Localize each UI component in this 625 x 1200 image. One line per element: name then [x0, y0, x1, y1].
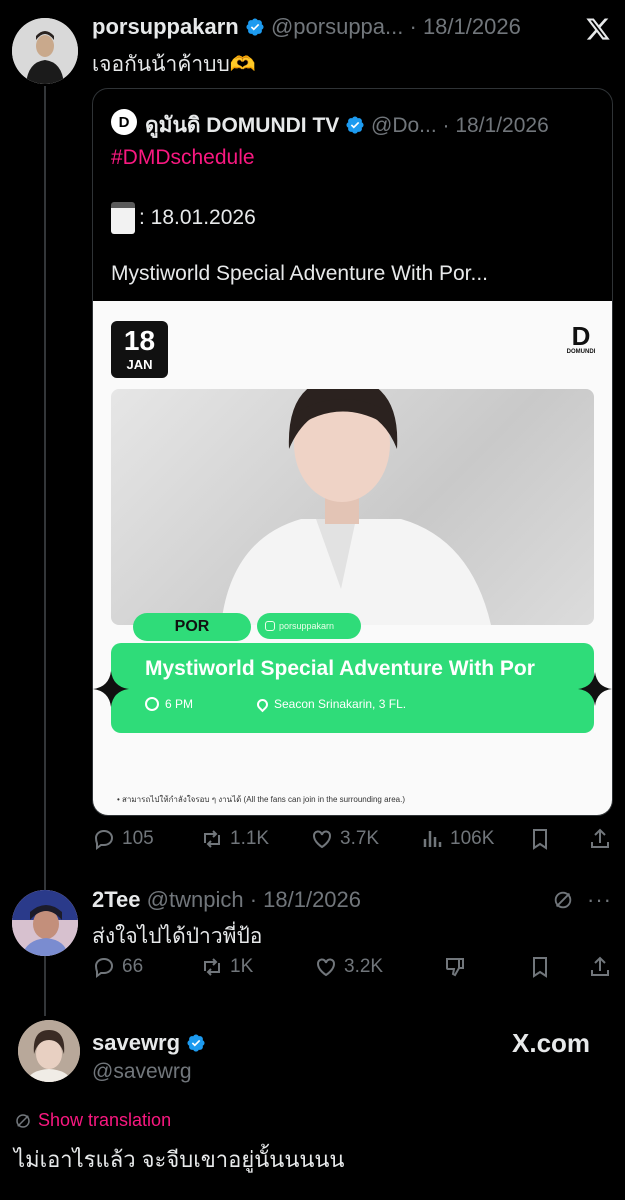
domundi-logo-icon: D: [571, 321, 591, 351]
poster-footnote: • สามารถไปให้กำลังใจรอบ ๆ งานได้ (All th…: [117, 795, 405, 804]
handle[interactable]: @Do...: [371, 114, 437, 137]
quote-title-line: Mystiworld Special Adventure With Por...: [111, 262, 488, 285]
handle[interactable]: @savewrg: [92, 1060, 192, 1084]
avatar-2tee[interactable]: [12, 890, 78, 956]
grok-icon[interactable]: [552, 889, 574, 911]
domundi-brand: D DOMUNDI: [563, 323, 599, 355]
thread-line: [44, 86, 46, 1016]
bookmark-button[interactable]: [528, 827, 552, 851]
sparkle-right-icon: [578, 672, 612, 706]
date-badge-day: 18: [123, 325, 156, 356]
views-icon: [423, 831, 442, 847]
repost-button[interactable]: 1.1K: [200, 827, 269, 851]
verified-badge-icon: [246, 18, 264, 36]
show-translation-label: Show translation: [38, 1110, 172, 1130]
quoted-tweet[interactable]: D ดูมันดิ DOMUNDI TV @Do... · 18/1/2026 …: [92, 88, 613, 816]
like-count: 3.7K: [340, 828, 380, 849]
share-icon: [591, 828, 609, 848]
tweet2-header: 2Tee @twnpich · 18/1/2026: [92, 887, 361, 913]
event-venue-text: Seacon Srinakarin, 3 FL.: [274, 697, 407, 711]
heart-icon: [313, 830, 331, 849]
verified-badge-icon: [187, 1034, 205, 1052]
verified-badge-icon: [346, 116, 364, 134]
event-banner: Mystiworld Special Adventure With Por 6 …: [111, 643, 594, 733]
tweet3-header: savewrg: [92, 1030, 206, 1056]
avatar-porsuppakarn[interactable]: [12, 18, 78, 84]
grok-translate-icon: [16, 1113, 30, 1128]
brand-label: DOMUNDI: [566, 349, 596, 355]
location-pin-icon: [254, 696, 271, 712]
date-line: : 18.01.2026: [111, 202, 256, 234]
tweet2-text: ส่งใจไปได้ป่าวพี่ป้อ: [92, 925, 263, 948]
like-button[interactable]: 3.7K: [310, 827, 379, 851]
event-time-text: 6 PM: [165, 697, 194, 711]
timestamp[interactable]: · 18/1/2026: [443, 114, 549, 137]
avatar-savewrg[interactable]: [18, 1020, 80, 1082]
reply-icon: [94, 957, 114, 978]
x-logo-icon[interactable]: [585, 16, 611, 42]
timestamp[interactable]: · 18/1/2026: [410, 14, 521, 39]
name-tag-label: POR: [174, 618, 210, 635]
domundi-logo-icon: D: [118, 113, 130, 131]
display-name[interactable]: porsuppakarn: [92, 14, 239, 39]
repost-count: 1.1K: [230, 828, 270, 849]
date-badge-month: JAN: [126, 357, 153, 372]
schedule-date: : 18.01.2026: [139, 206, 256, 229]
bookmark-button[interactable]: [528, 955, 552, 979]
like-button[interactable]: 3.2K: [314, 955, 383, 979]
display-name[interactable]: 2Tee: [92, 887, 141, 912]
hashtag-link[interactable]: #DMDschedule: [111, 146, 255, 170]
display-name[interactable]: savewrg: [92, 1030, 180, 1055]
heart-icon: [317, 958, 335, 977]
sparkle-left-icon: [93, 671, 129, 707]
event-time: 6 PM: [145, 697, 193, 711]
bookmark-icon: [533, 829, 547, 850]
views-button[interactable]: 106K: [420, 827, 494, 851]
tweet1-text: เจอกันน้าค้าบบ🫶: [92, 53, 256, 76]
event-venue: Seacon Srinakarin, 3 FL.: [254, 696, 407, 712]
calendar-icon: [111, 202, 135, 234]
event-title: Mystiworld Special Adventure With Por: [145, 657, 535, 680]
name-tag: POR: [133, 613, 251, 641]
handle[interactable]: @twnpich: [147, 887, 244, 912]
ig-tag: porsuppakarn: [257, 613, 361, 639]
xcom-watermark: X.com: [512, 1028, 591, 1058]
repost-count: 1K: [230, 956, 254, 977]
reply-button[interactable]: 105: [92, 827, 154, 851]
instagram-icon: [265, 621, 275, 631]
repost-icon: [204, 958, 220, 976]
tweet3-text: ไม่เอาไรแล้ว จะจีบเขาอยู่นั้นนนนน: [14, 1147, 345, 1172]
repost-icon: [204, 830, 220, 848]
bookmark-icon: [533, 957, 547, 978]
share-icon: [591, 956, 609, 976]
avatar-domundi[interactable]: D: [111, 109, 137, 135]
like-count: 3.2K: [344, 956, 384, 977]
display-name[interactable]: ดูมันดิ DOMUNDI TV: [145, 114, 339, 137]
reply-button[interactable]: 66: [92, 955, 143, 979]
show-translation-button[interactable]: Show translation: [14, 1110, 171, 1131]
ig-handle: porsuppakarn: [279, 621, 335, 631]
timestamp[interactable]: · 18/1/2026: [250, 887, 361, 912]
tweet1-header: porsuppakarn @porsuppa... · 18/1/2026: [92, 14, 521, 40]
clock-icon: [145, 697, 159, 711]
reply-count: 66: [122, 956, 144, 977]
quote-header: ดูมันดิ DOMUNDI TV @Do... · 18/1/2026: [145, 109, 549, 142]
handle[interactable]: @porsuppa...: [271, 14, 403, 39]
poster-photo: [111, 389, 594, 625]
share-button[interactable]: [588, 955, 612, 979]
reply-count: 105: [122, 828, 154, 849]
views-count: 106K: [450, 828, 495, 849]
share-button[interactable]: [588, 827, 612, 851]
date-badge: 18 JAN: [111, 321, 168, 378]
reply-icon: [94, 829, 114, 850]
thumbs-down-icon: [446, 958, 464, 977]
downvote-button[interactable]: [443, 955, 467, 979]
more-options-icon[interactable]: ···: [587, 887, 612, 913]
event-poster[interactable]: 18 JAN D DOMUNDI POR porsuppakarn Mystiw…: [93, 301, 612, 815]
repost-button[interactable]: 1K: [200, 955, 253, 979]
